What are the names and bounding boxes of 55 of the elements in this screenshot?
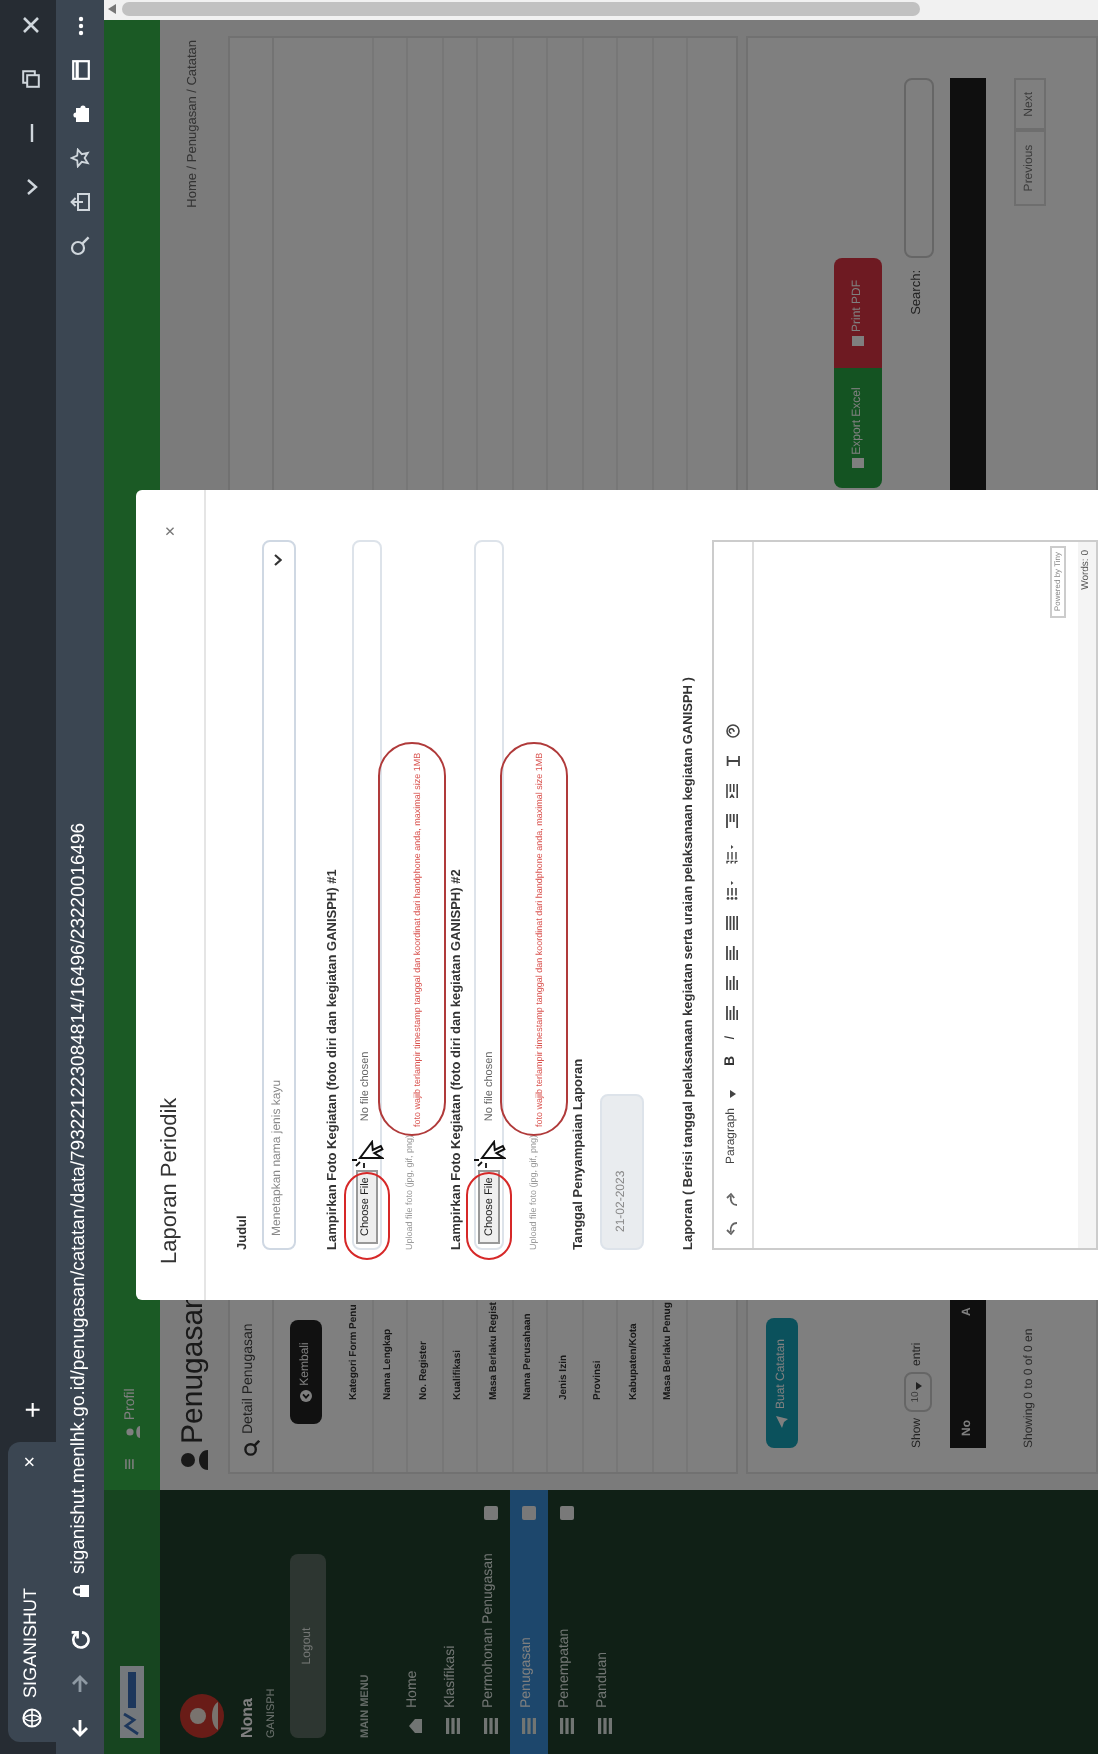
user-name: Nona: [236, 1698, 258, 1738]
star-icon[interactable]: [70, 148, 90, 168]
align-icon[interactable]: [726, 945, 739, 960]
share-icon[interactable]: [70, 192, 90, 212]
align-icon[interactable]: [726, 915, 739, 930]
reload-icon[interactable]: [70, 1630, 90, 1650]
caret-icon: [915, 1381, 921, 1390]
menu-button[interactable]: ≡: [122, 1458, 142, 1470]
restore-icon[interactable]: [22, 70, 40, 88]
search-icon: [243, 1440, 259, 1456]
close-icon[interactable]: [22, 16, 40, 34]
scrollbar[interactable]: [104, 0, 1098, 20]
back-arrow-icon[interactable]: [70, 1718, 90, 1738]
undo-icon[interactable]: [726, 1222, 739, 1236]
chevron-down-icon[interactable]: [25, 178, 37, 196]
close-button[interactable]: ×: [161, 526, 179, 537]
scroll-up-icon: [108, 5, 116, 15]
list-icon: [521, 1718, 535, 1734]
lock-icon: [71, 1584, 89, 1598]
close-tab-button[interactable]: ×: [22, 1456, 42, 1468]
more-icon[interactable]: [77, 16, 83, 36]
back-circle-icon: [300, 1389, 312, 1402]
avatar-icon: [180, 1694, 224, 1738]
modal-title: Laporan Periodik: [155, 1097, 184, 1264]
redo-icon[interactable]: [726, 1192, 739, 1206]
send-icon: [776, 1415, 788, 1428]
logo-drawing: [120, 1666, 144, 1738]
file-icon: [852, 336, 864, 347]
person-icon: [125, 1426, 139, 1439]
person-icon: [180, 1450, 208, 1470]
bullet-list-icon[interactable]: [726, 879, 739, 900]
chevron-down-icon: [274, 554, 283, 566]
align-icon[interactable]: [726, 1005, 739, 1020]
minimize-icon[interactable]: [29, 124, 33, 142]
cursor-icon: [351, 1140, 383, 1168]
numbered-list-icon[interactable]: [726, 843, 739, 864]
new-tab-button[interactable]: +: [18, 1401, 46, 1418]
cursor-icon: [474, 1140, 507, 1168]
browser-tab[interactable]: SIGANISHUT ×: [8, 1442, 56, 1742]
sidebar-icon[interactable]: [71, 60, 89, 80]
list-icon: [559, 1718, 573, 1734]
scrollbar-thumb[interactable]: [122, 3, 920, 17]
list-icon: [483, 1718, 497, 1734]
search-field[interactable]: [903, 78, 933, 258]
globe-icon: [22, 1708, 42, 1728]
puzzle-icon[interactable]: [70, 104, 90, 124]
forward-arrow-icon[interactable]: [70, 1674, 90, 1694]
align-icon[interactable]: [726, 975, 739, 990]
caret-icon: [729, 1089, 736, 1098]
list-icon: [445, 1718, 459, 1734]
help-icon[interactable]: [725, 723, 740, 738]
home-icon: [407, 1718, 421, 1734]
list-icon: [597, 1718, 611, 1734]
zoom-icon[interactable]: [70, 236, 90, 256]
file-icon: [852, 458, 864, 469]
